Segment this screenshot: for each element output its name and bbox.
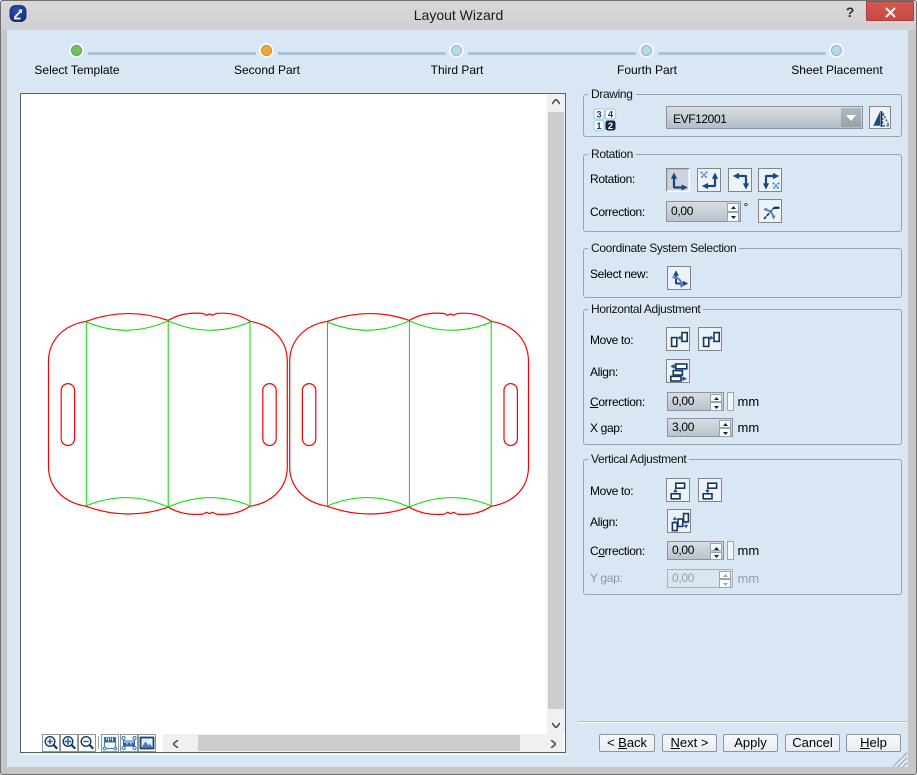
- svg-text:4: 4: [608, 109, 614, 120]
- svg-text:1: 1: [596, 121, 602, 132]
- svg-text:2: 2: [608, 121, 613, 132]
- svg-text:3: 3: [596, 109, 601, 120]
